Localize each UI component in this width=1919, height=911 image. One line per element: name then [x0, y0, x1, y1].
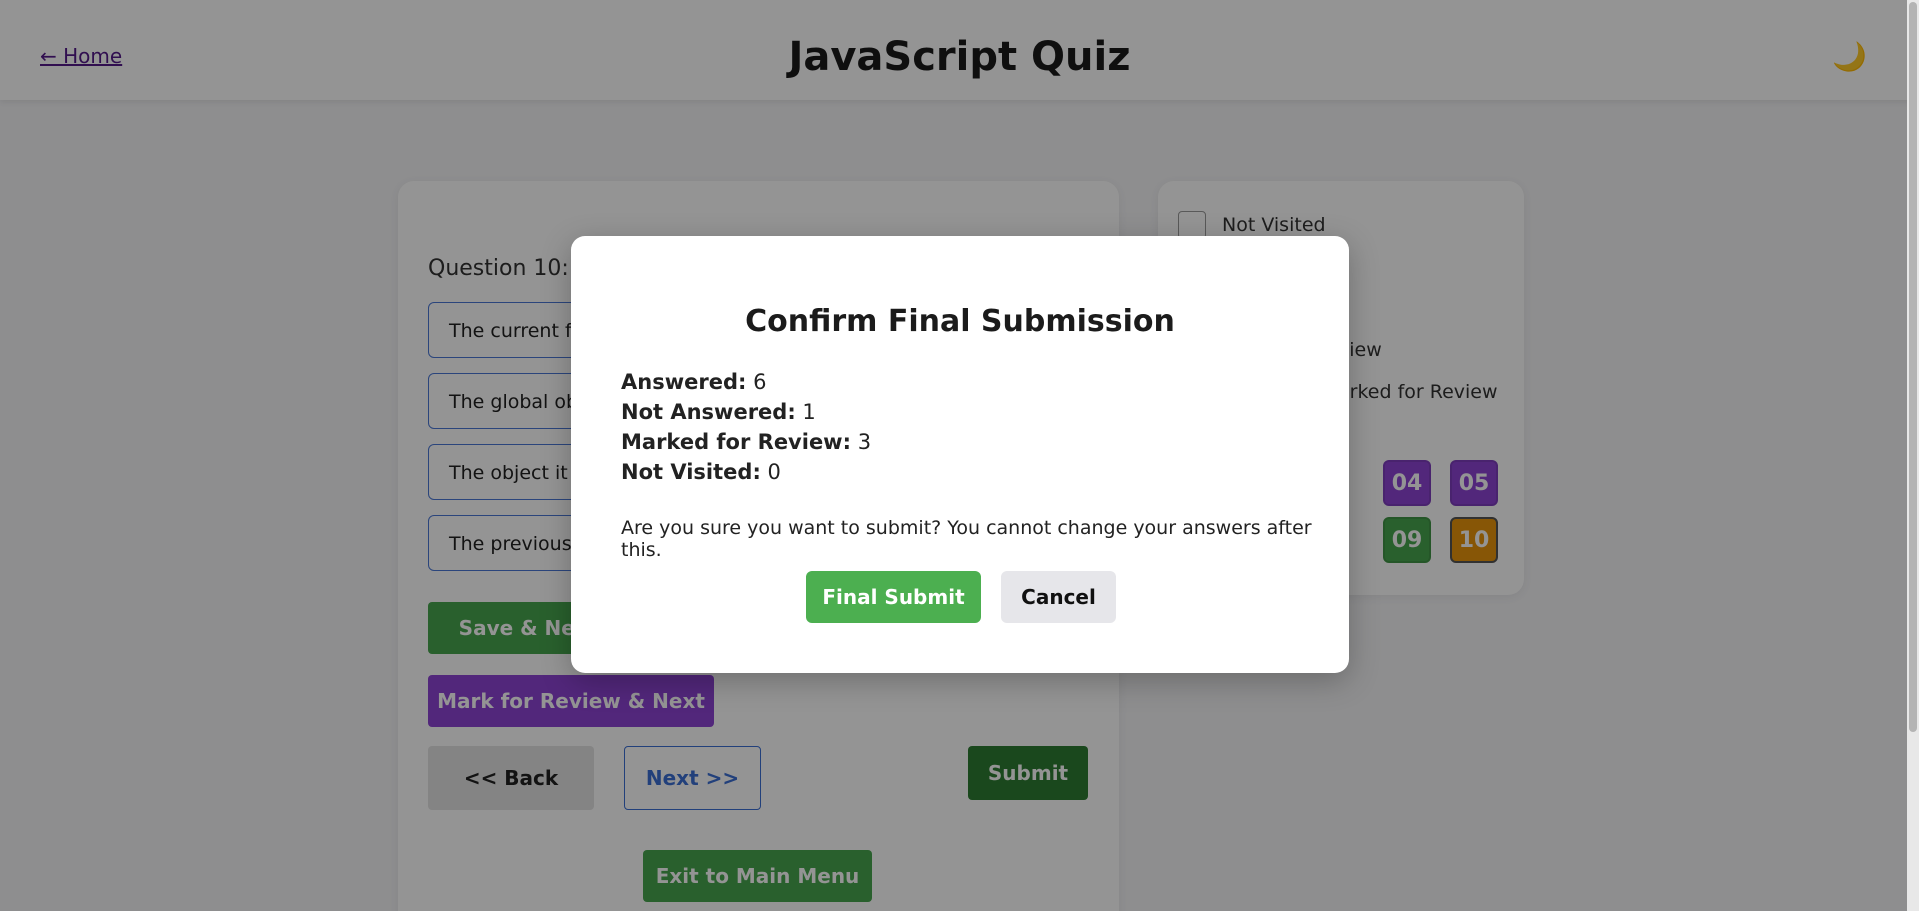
scrollbar[interactable]	[1907, 0, 1919, 911]
stat-answered: Answered: 6	[621, 370, 767, 394]
confirm-submission-dialog: Confirm Final Submission Answered: 6 Not…	[571, 236, 1349, 673]
cancel-button[interactable]: Cancel	[1001, 571, 1116, 623]
stat-not-answered: Not Answered: 1	[621, 400, 816, 424]
final-submit-button[interactable]: Final Submit	[806, 571, 981, 623]
dialog-title: Confirm Final Submission	[745, 304, 1175, 339]
submission-stats: Answered: 6 Not Answered: 1 Marked for R…	[621, 367, 871, 487]
scrollbar-thumb[interactable]	[1909, 2, 1917, 732]
stat-not-visited: Not Visited: 0	[621, 460, 781, 484]
confirm-message: Are you sure you want to submit? You can…	[621, 517, 1312, 561]
stat-marked-review: Marked for Review: 3	[621, 430, 872, 454]
